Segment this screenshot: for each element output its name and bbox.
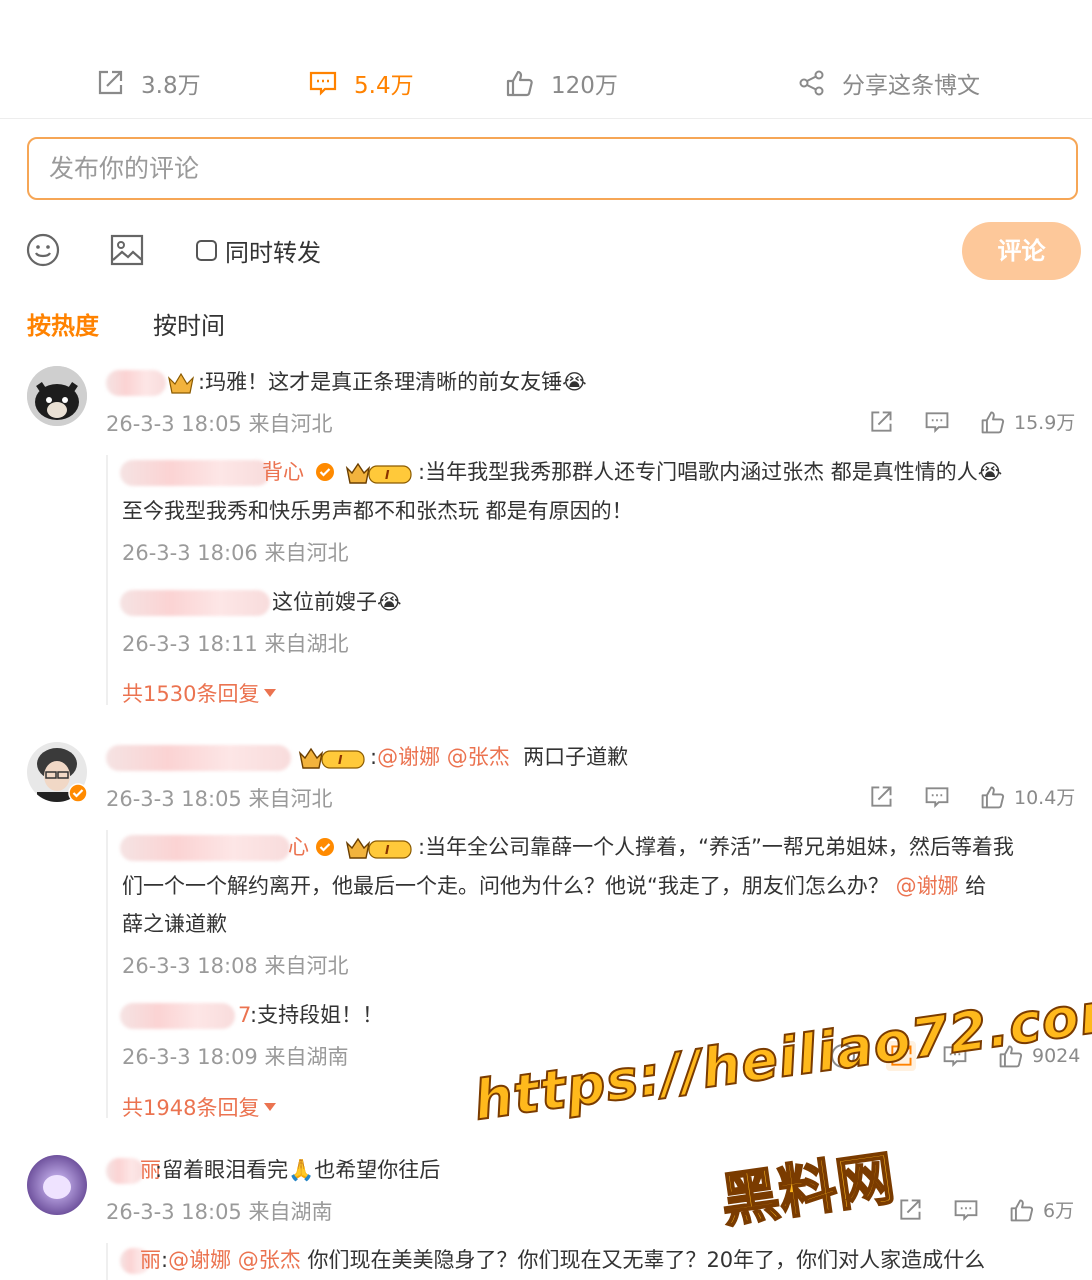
- comment-ops: 15.9万: [868, 408, 1075, 435]
- caret-down-icon: [264, 1103, 277, 1111]
- reply-text: :支持段姐！！: [250, 1003, 384, 1027]
- comment-text: :玛雅！这才是真正条理清晰的前女友锤😭: [198, 370, 587, 394]
- share-icon: [799, 70, 824, 96]
- reply-text: :当年我型我秀那群人还专门唱歌内涵过张杰 都是真性情的人😭: [418, 460, 1003, 484]
- reply-meta: 26-3-3 18:06 来自河北: [122, 541, 349, 565]
- username-redacted[interactable]: [106, 370, 166, 396]
- caret-down-icon: [264, 689, 277, 697]
- like-button[interactable]: 120万: [505, 66, 618, 100]
- vip-badge-icon: I: [345, 460, 415, 486]
- more-replies-label: 共1948条回复: [122, 1096, 260, 1120]
- emoji-button[interactable]: [26, 233, 60, 267]
- more-replies-label: 共1530条回复: [122, 682, 260, 706]
- divider: [0, 118, 1092, 119]
- comment-meta: 26-3-3 18:05 来自河北: [106, 787, 333, 811]
- tab-sort-hot[interactable]: 按热度: [27, 306, 99, 341]
- comment-ops: 6万: [897, 1196, 1074, 1223]
- reply-username-tail[interactable]: 背心: [262, 457, 304, 487]
- submit-comment-button[interactable]: 评论: [962, 222, 1081, 280]
- like-count: 15.9万: [1014, 412, 1076, 434]
- comment-meta: 26-3-3 18:05 来自河北: [106, 412, 333, 436]
- image-button[interactable]: [110, 233, 144, 267]
- repost-icon: [98, 70, 123, 95]
- svg-text:I: I: [338, 753, 343, 767]
- verified-icon: [68, 783, 88, 803]
- repost-icon[interactable]: [868, 409, 894, 435]
- comment-button[interactable]: 5.4万: [308, 66, 414, 100]
- like-count: 10.4万: [1014, 787, 1076, 809]
- tab-sort-time[interactable]: 按时间: [153, 306, 225, 341]
- repost-button[interactable]: 3.8万: [95, 66, 201, 100]
- reply-text: 丽:@谢娜 @张杰 你们现在美美隐身了？你们现在又无辜了？20年了，你们对人家造…: [140, 1248, 986, 1272]
- verified-icon: [315, 462, 335, 482]
- comment-input[interactable]: 发布你的评论: [27, 137, 1078, 200]
- like-count: 120万: [551, 73, 618, 99]
- username-redacted[interactable]: [120, 590, 270, 616]
- mention[interactable]: @张杰: [238, 1248, 301, 1272]
- vip-badge-icon: I: [298, 745, 368, 771]
- avatar[interactable]: [27, 1155, 87, 1215]
- reply-text: 这位前嫂子😭: [272, 590, 402, 614]
- svg-text:I: I: [385, 468, 390, 482]
- mention[interactable]: @张杰: [447, 745, 510, 769]
- thumbs-up-icon[interactable]: [1009, 1197, 1035, 1223]
- reply-meta: 26-3-3 18:08 来自河北: [122, 954, 349, 978]
- username-redacted[interactable]: [120, 1003, 235, 1029]
- repost-icon[interactable]: [897, 1197, 923, 1223]
- reply-icon[interactable]: [924, 409, 950, 435]
- image-icon: [110, 234, 144, 266]
- reply-thread-bar: [106, 830, 108, 1118]
- reply-meta: 26-3-3 18:09 来自湖南: [122, 1045, 349, 1069]
- comment-text: :留着眼泪看完🙏也希望你往后: [155, 1158, 441, 1182]
- repost-icon[interactable]: [868, 784, 894, 810]
- vip-badge-icon: I: [345, 835, 415, 861]
- reply-icon[interactable]: [953, 1197, 979, 1223]
- repost-count: 3.8万: [141, 73, 201, 99]
- view-more-replies[interactable]: 共1948条回复: [122, 1092, 277, 1122]
- also-repost-label: 同时转发: [225, 239, 321, 267]
- username-redacted[interactable]: [106, 1158, 144, 1184]
- view-more-replies[interactable]: 共1530条回复: [122, 678, 277, 708]
- mention[interactable]: @谢娜: [896, 874, 959, 898]
- comment-ops: 10.4万: [868, 783, 1075, 810]
- avatar[interactable]: [27, 366, 87, 426]
- svg-text:I: I: [385, 843, 390, 857]
- watermark-url: https://heiliao72.com: [469, 976, 1092, 1133]
- reply-text-cont: 们一个一个解约离开，他最后一个走。问他为什么？他说“我走了，朋友们怎么办？ @谢…: [122, 874, 987, 898]
- reply-text-cont: 至今我型我秀和快乐男声都不和张杰玩 都是有原因的！: [122, 499, 633, 523]
- comment-count: 5.4万: [354, 73, 414, 99]
- like-count: 6万: [1043, 1200, 1075, 1222]
- reply-thread-bar: [106, 455, 108, 705]
- reply-meta: 26-3-3 18:11 来自湖北: [122, 632, 349, 656]
- reply-text-cont: 薛之谦道歉: [122, 912, 227, 936]
- thumbs-up-icon: [506, 70, 533, 97]
- mention[interactable]: @谢娜: [168, 1248, 231, 1272]
- comment-icon: [309, 71, 337, 96]
- reply-username-tail[interactable]: 心: [288, 832, 309, 862]
- watermark-name: 黑料网: [716, 1143, 900, 1237]
- thumbs-up-icon[interactable]: [980, 784, 1006, 810]
- verified-icon: [315, 837, 335, 857]
- also-repost-checkbox[interactable]: [196, 240, 217, 261]
- share-button[interactable]: 分享这条博文: [798, 66, 980, 100]
- comment-text: :@谢娜 @张杰 两口子道歉: [370, 745, 629, 769]
- also-repost-toggle[interactable]: 同时转发: [196, 233, 321, 268]
- comment-meta: 26-3-3 18:05 来自湖南: [106, 1200, 333, 1224]
- mention[interactable]: @谢娜: [377, 745, 440, 769]
- share-label: 分享这条博文: [842, 73, 980, 99]
- smiley-icon: [26, 233, 60, 267]
- username-redacted[interactable]: [106, 745, 291, 771]
- reply-icon[interactable]: [924, 784, 950, 810]
- username-redacted[interactable]: [120, 835, 290, 861]
- reply-text: :当年全公司靠薛一个人撑着，“养活”一帮兄弟姐妹，然后等着我: [418, 835, 1014, 859]
- reply-thread-bar: [106, 1243, 108, 1280]
- thumbs-up-icon[interactable]: [980, 409, 1006, 435]
- username-redacted[interactable]: [120, 460, 270, 486]
- fan-badge-icon: [166, 370, 196, 396]
